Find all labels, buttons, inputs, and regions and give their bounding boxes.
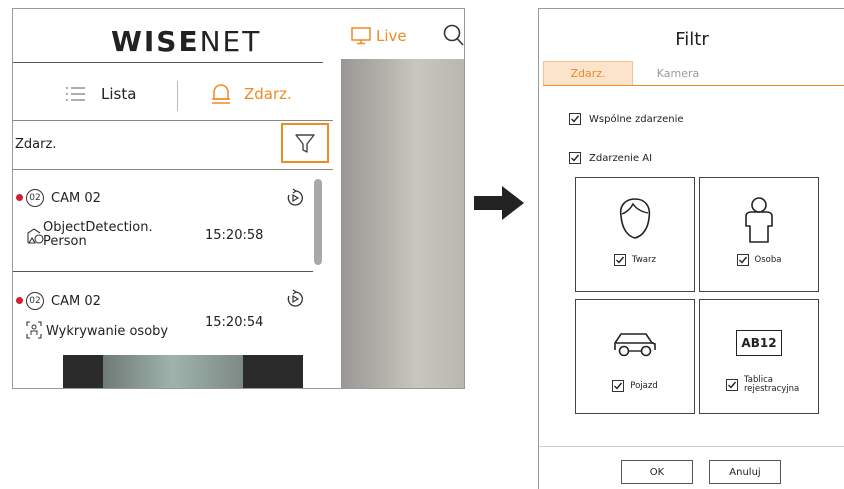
search-icon[interactable] xyxy=(443,23,465,47)
event-status-dot xyxy=(16,194,23,201)
person-option[interactable]: Osoba xyxy=(700,254,818,266)
face-checkbox[interactable] xyxy=(614,254,627,266)
person-label: Osoba xyxy=(754,254,782,265)
tabs-divider xyxy=(13,120,333,121)
check-icon xyxy=(728,381,737,389)
live-button[interactable]: Live xyxy=(351,23,407,49)
check-icon xyxy=(614,382,623,390)
common-event-checkbox[interactable] xyxy=(569,113,581,125)
face-icon xyxy=(576,196,694,242)
license-plate-option[interactable]: Tablica rejestracyjna xyxy=(704,376,822,394)
ai-event-option[interactable]: Zdarzenie AI xyxy=(569,152,652,164)
check-icon xyxy=(571,115,580,123)
common-event-label: Wspólne zdarzenie xyxy=(589,113,684,125)
tab-list-label: Lista xyxy=(101,85,137,103)
live-label: Live xyxy=(376,27,407,45)
vehicle-label: Pojazd xyxy=(630,380,658,391)
tab-underline xyxy=(543,85,844,86)
check-icon xyxy=(616,256,625,264)
face-option[interactable]: Twarz xyxy=(576,254,694,266)
tab-events[interactable]: Zdarz. xyxy=(210,83,292,105)
vehicle-option[interactable]: Pojazd xyxy=(576,380,694,392)
wisenet-logo: WISENET xyxy=(111,25,262,58)
scrollbar[interactable] xyxy=(314,179,322,265)
event-filter-label: Zdarz. xyxy=(15,137,57,152)
event-divider xyxy=(13,271,313,272)
license-plate-icon: AB12 xyxy=(700,330,818,356)
ai-event-label: Zdarzenie AI xyxy=(589,152,653,164)
event-type-line1: Wykrywanie osoby xyxy=(46,324,169,339)
check-icon xyxy=(571,154,580,162)
ok-button[interactable]: OK xyxy=(621,460,693,484)
event-list-item[interactable]: 02 CAM 02 ObjectDetection. Person 15:20:… xyxy=(13,174,335,264)
person-icon xyxy=(700,196,818,244)
person-detection-icon xyxy=(26,321,42,339)
filter-dialog: Filtr Zdarz. Kamera Wspólne zdarzenie Zd… xyxy=(538,8,844,489)
common-event-option[interactable]: Wspólne zdarzenie xyxy=(569,113,684,125)
live-video-background xyxy=(341,59,464,388)
thumbnail-image xyxy=(103,355,243,388)
person-checkbox[interactable] xyxy=(736,254,749,266)
ai-card-vehicle[interactable]: Pojazd xyxy=(575,299,695,414)
event-status-dot xyxy=(16,297,23,304)
ai-event-checkbox[interactable] xyxy=(569,152,581,164)
channel-badge: 02 xyxy=(26,292,44,310)
footer-divider xyxy=(539,446,844,447)
bell-icon xyxy=(212,84,230,104)
playback-icon[interactable] xyxy=(285,289,305,309)
event-camera-name: CAM 02 xyxy=(51,294,101,309)
event-camera-name: CAM 02 xyxy=(51,191,101,206)
ai-card-person[interactable]: Osoba xyxy=(699,177,819,292)
filter-button[interactable] xyxy=(281,123,329,163)
event-type-line1: ObjectDetection. xyxy=(43,220,153,235)
tab-events-label: Zdarz. xyxy=(244,85,292,103)
event-time: 15:20:58 xyxy=(205,228,264,243)
event-thumbnail[interactable] xyxy=(63,355,303,388)
check-icon xyxy=(738,256,747,264)
funnel-icon xyxy=(295,134,315,153)
monitor-icon xyxy=(351,27,371,45)
playback-icon[interactable] xyxy=(285,188,305,208)
view-tabs: Lista Zdarz. xyxy=(13,71,335,121)
license-plate-label: Tablica rejestracyjna xyxy=(744,375,800,394)
channel-badge: 02 xyxy=(26,189,44,207)
filter-divider xyxy=(13,169,333,170)
tab-separator xyxy=(177,81,178,111)
tab-events[interactable]: Zdarz. xyxy=(543,61,633,85)
mobile-app-panel: WISENET Live Lista Zdarz. Zdarz. 02 CAM … xyxy=(12,8,465,389)
license-plate-checkbox[interactable] xyxy=(726,379,738,391)
event-time: 15:20:54 xyxy=(205,315,264,330)
car-icon xyxy=(576,330,694,360)
ai-card-face[interactable]: Twarz xyxy=(575,177,695,292)
tab-camera[interactable]: Kamera xyxy=(633,61,723,85)
header-divider xyxy=(13,62,323,63)
cancel-button[interactable]: Anuluj xyxy=(709,460,781,484)
face-label: Twarz xyxy=(632,254,656,265)
vehicle-checkbox[interactable] xyxy=(612,380,625,392)
tab-list[interactable]: Lista xyxy=(65,85,136,103)
event-type-line2: Person xyxy=(43,234,87,249)
list-icon xyxy=(66,87,85,101)
plate-box: AB12 xyxy=(736,330,782,356)
dialog-title: Filtr xyxy=(675,29,709,50)
arrow-right-icon xyxy=(474,186,524,220)
ai-card-license-plate[interactable]: AB12 Tablica rejestracyjna xyxy=(699,299,819,414)
plate-text: AB12 xyxy=(741,336,777,350)
